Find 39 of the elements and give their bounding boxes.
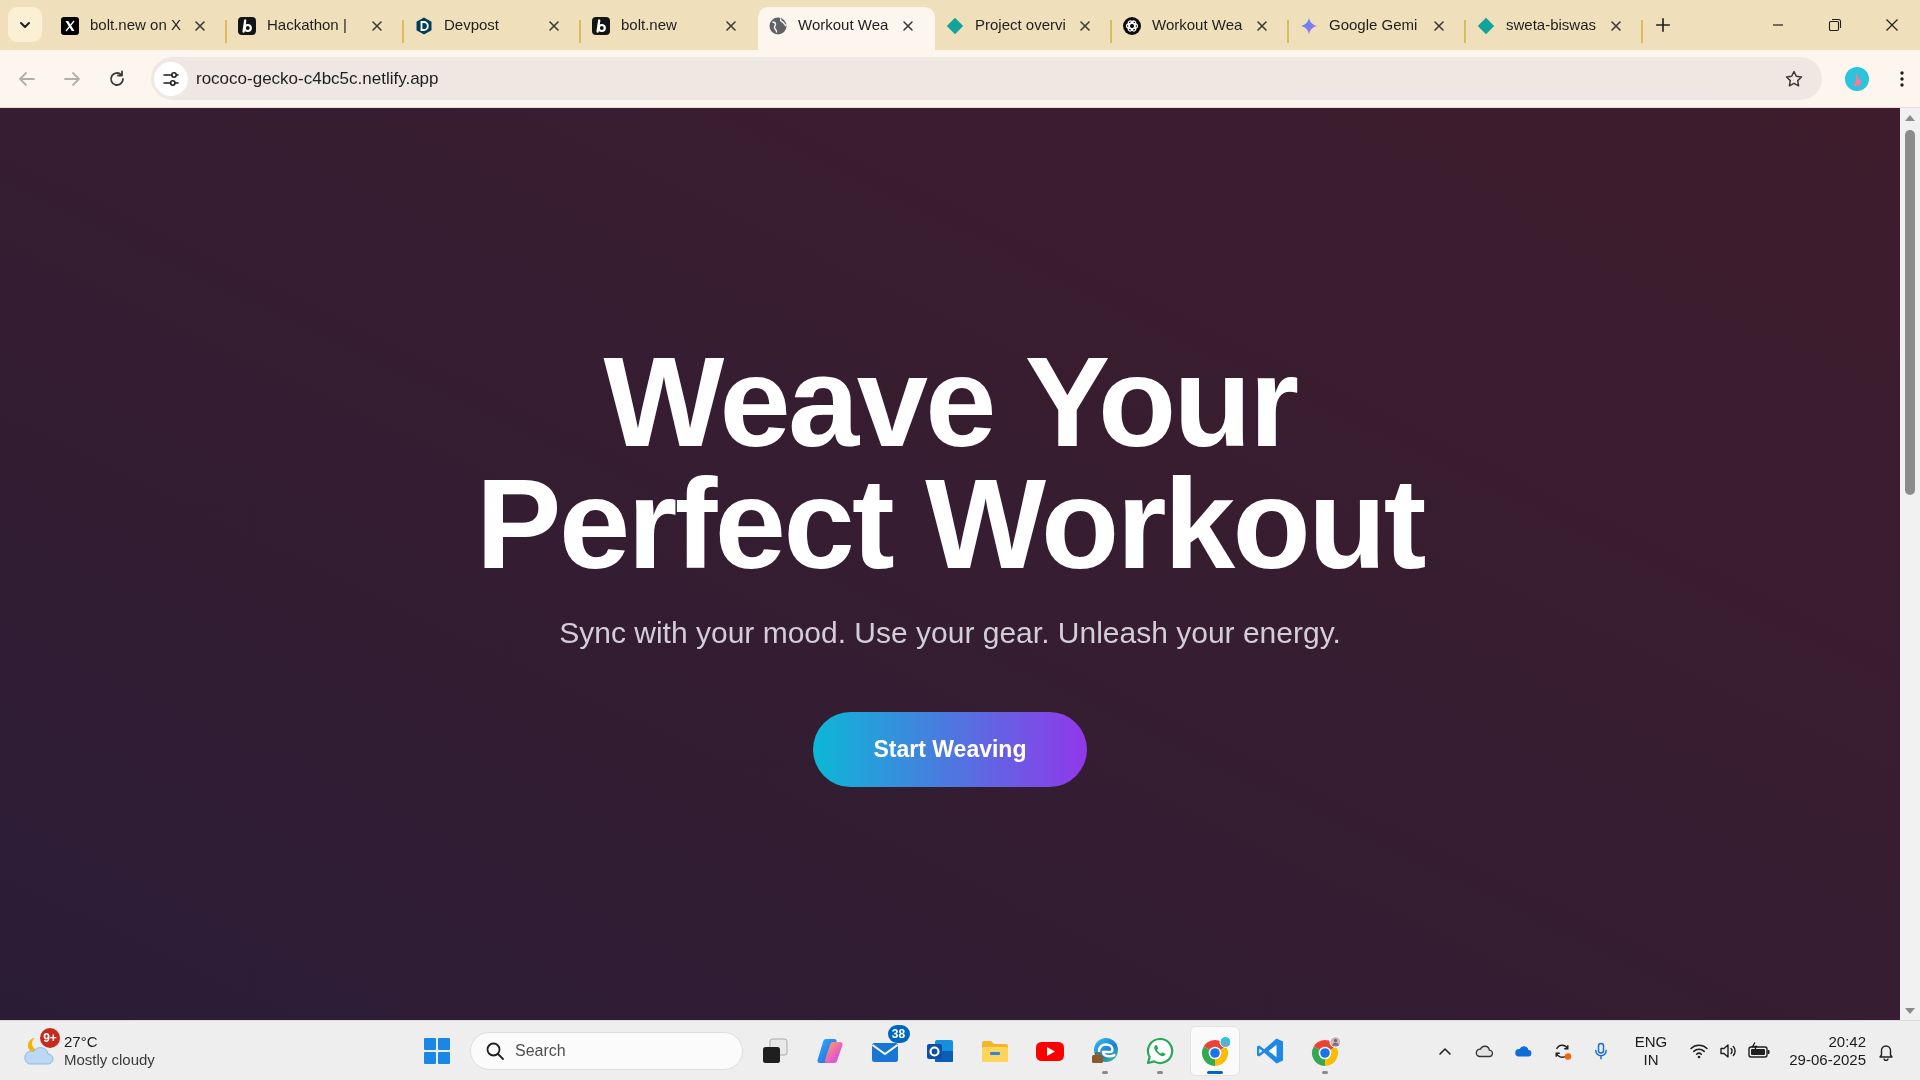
browser-tab[interactable]: bolt.new xyxy=(581,7,758,50)
knot-logo-icon xyxy=(1123,16,1141,35)
search-icon xyxy=(485,1040,505,1061)
new-tab-icon[interactable] xyxy=(1654,16,1672,34)
hero-subtitle: Sync with your mood. Use your gear. Unleash your energy. xyxy=(559,615,1341,651)
globe-icon xyxy=(769,16,787,35)
reload-icon[interactable] xyxy=(107,68,127,89)
hero-heading: Weave Your Perfect Workout xyxy=(476,341,1424,585)
wave-browser-app-icon[interactable] xyxy=(1089,1035,1120,1066)
region-label[interactable]: IN xyxy=(1643,1050,1659,1069)
weather-condition: Mostly cloudy xyxy=(64,1050,155,1069)
search-field[interactable]: Search xyxy=(515,1038,715,1063)
clock-time[interactable]: 20:42 xyxy=(1828,1032,1866,1051)
hexagon-logo-icon xyxy=(415,16,433,35)
language-label[interactable]: ENG xyxy=(1634,1032,1668,1051)
start-weaving-button[interactable]: Start Weaving xyxy=(813,712,1087,787)
chat-bubble-app-icon[interactable] xyxy=(1144,1035,1175,1066)
b-logo-icon xyxy=(592,16,610,35)
taskbar-search-bar[interactable]: Search xyxy=(470,1031,743,1070)
diamond-icon xyxy=(1477,16,1495,35)
unread-count-badge: 38 xyxy=(887,1024,910,1043)
browser-tab[interactable]: Workout Wea xyxy=(758,7,935,50)
battery-icon[interactable] xyxy=(1747,1040,1771,1061)
b-logo-icon xyxy=(238,16,256,35)
clock-date[interactable]: 29-06-2025 xyxy=(1789,1050,1866,1069)
weather-alert-badge: 9+ xyxy=(40,1027,60,1048)
restore-icon[interactable] xyxy=(1826,17,1843,33)
active-app-tile[interactable] xyxy=(1189,1025,1240,1076)
close-icon[interactable] xyxy=(1883,17,1900,33)
round-browser-app-icon[interactable] xyxy=(1309,1035,1340,1066)
sparkle-icon xyxy=(1300,16,1318,35)
tab-list-button[interactable] xyxy=(8,7,42,42)
weather-temperature: 27°C xyxy=(64,1032,99,1051)
windows-logo-icon[interactable] xyxy=(423,1036,451,1065)
x-logo-icon xyxy=(61,16,79,35)
diamond-icon xyxy=(946,16,964,35)
address-bar[interactable]: rococo-gecko-c4bc5c.netlify.app xyxy=(151,57,1822,100)
round-browser-app-icon[interactable] xyxy=(1199,1035,1230,1066)
bookmark-star-icon[interactable] xyxy=(1784,68,1804,89)
